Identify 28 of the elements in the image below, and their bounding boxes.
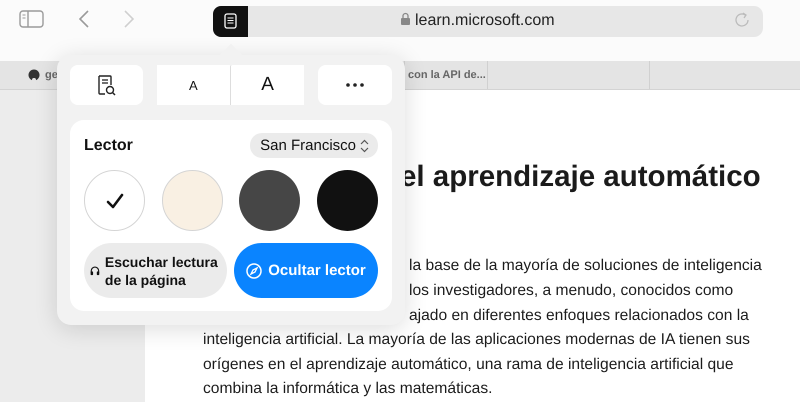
- reader-button[interactable]: [213, 6, 248, 37]
- address-bar[interactable]: learn.microsoft.com: [213, 6, 763, 37]
- chevron-updown-icon: [360, 138, 369, 152]
- article-text: la base de la mayoría de soluciones de inteligencia: [409, 256, 763, 276]
- back-icon[interactable]: [78, 10, 90, 28]
- summary-button[interactable]: [70, 65, 143, 105]
- compass-icon: [246, 262, 262, 278]
- document-icon: [224, 13, 237, 30]
- article-text: inteligencia artificial. La mayoría de las aplicaciones modernas de IA tienen sus: [203, 330, 751, 350]
- address-text: learn.microsoft.com: [415, 12, 555, 30]
- tab-title: con la API de...: [408, 69, 486, 82]
- hide-reader-button[interactable]: Ocultar lector: [234, 243, 378, 298]
- tab-title: ge: [45, 69, 58, 82]
- more-icon: [346, 83, 364, 87]
- article-text: los investigadores, a menudo, conocidos como: [409, 281, 734, 302]
- reader-title: Lector: [84, 136, 133, 154]
- article-text: combina la informática y las matemáticas.: [203, 379, 494, 400]
- reload-icon[interactable]: [735, 10, 751, 27]
- listen-button[interactable]: Escuchar lectura de la página: [84, 243, 227, 298]
- article-text: ajado en diferentes enfoques relacionados con la: [409, 306, 750, 326]
- sidebar-icon[interactable]: [19, 10, 44, 28]
- checkmark-icon: [106, 192, 124, 208]
- lock-icon: [400, 12, 411, 26]
- forward-icon[interactable]: [123, 10, 135, 28]
- article-text: orígenes en el aprendizaje automático, una rama de inteligencia artificial que: [203, 354, 735, 375]
- document-search-icon: [96, 74, 116, 96]
- font-select[interactable]: San Francisco: [250, 133, 378, 158]
- smaller-text-button[interactable]: A: [156, 65, 231, 105]
